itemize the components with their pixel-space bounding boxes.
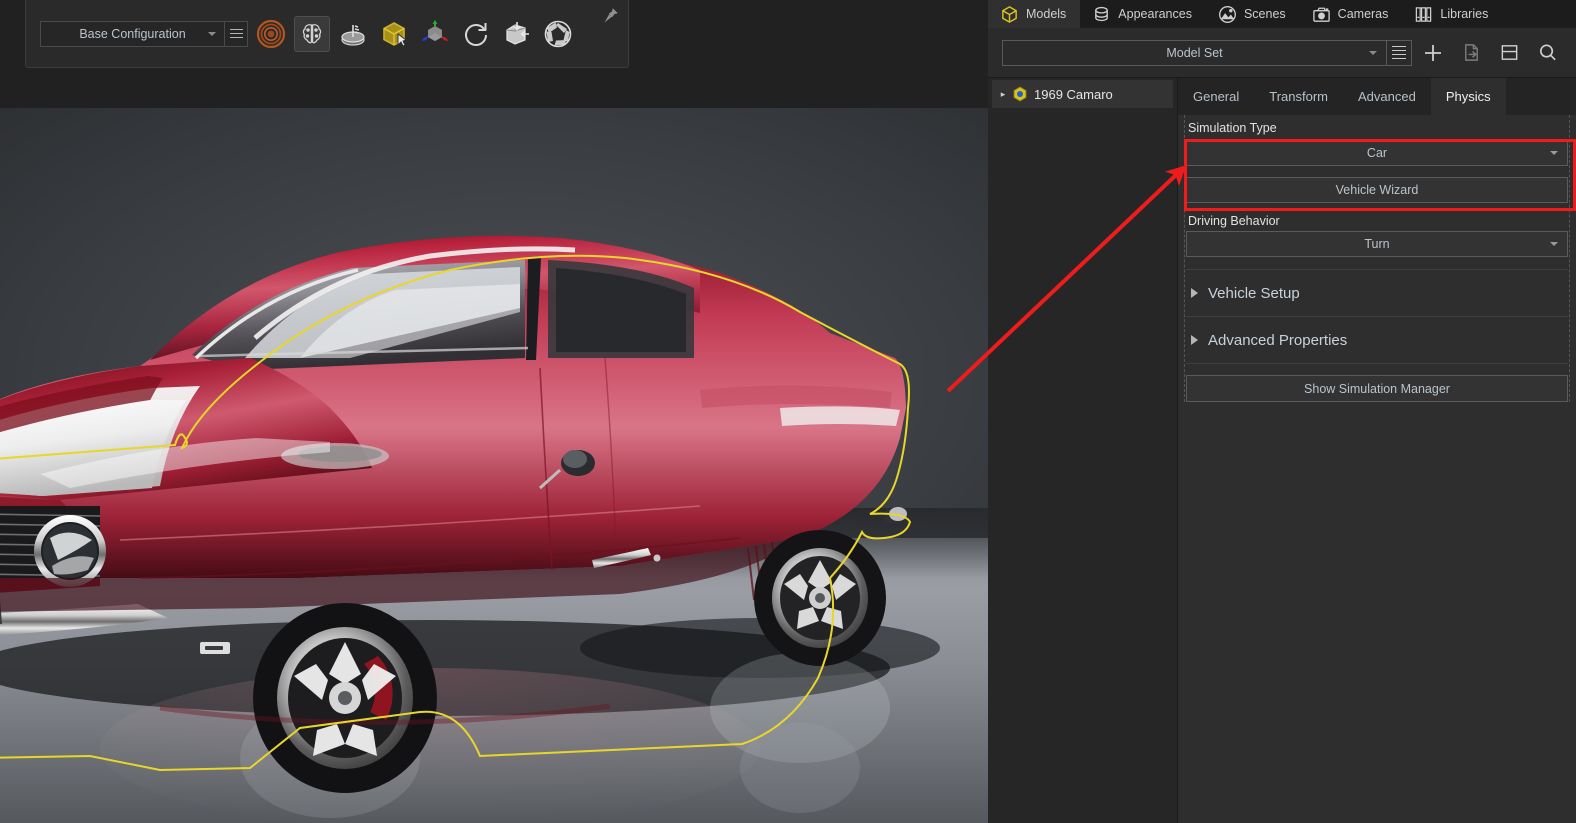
chevron-down-icon <box>1550 242 1558 246</box>
tab-label: Cameras <box>1338 7 1389 21</box>
model-set-toolbar: Model Set <box>988 28 1576 78</box>
tab-label: Models <box>1026 7 1066 21</box>
camera-aperture-icon[interactable] <box>540 16 576 52</box>
tab-label: Advanced <box>1358 89 1416 104</box>
hamburger-line <box>230 33 243 35</box>
render-rings-icon[interactable] <box>253 16 289 52</box>
tab-transform[interactable]: Transform <box>1254 78 1343 115</box>
configuration-dropdown[interactable]: Base Configuration <box>40 21 225 47</box>
model-set-value: Model Set <box>1166 46 1222 60</box>
configuration-menu-button[interactable] <box>225 21 248 47</box>
expand-arrow-icon[interactable]: ▸ <box>994 89 1012 100</box>
vehicle-setup-label: Vehicle Setup <box>1208 285 1300 302</box>
panel-icon[interactable] <box>1492 36 1526 70</box>
left-region: Base Configuration <box>0 0 988 823</box>
tab-libraries[interactable]: Libraries <box>1402 0 1502 28</box>
tab-appearances[interactable]: Appearances <box>1080 0 1206 28</box>
tab-physics[interactable]: Physics <box>1431 78 1506 115</box>
reset-rotate-icon[interactable] <box>458 16 494 52</box>
simulation-type-label: Simulation Type <box>1186 115 1568 138</box>
model-set-dropdown[interactable]: Model Set <box>1002 40 1387 66</box>
tab-label: General <box>1193 89 1239 104</box>
show-simulation-manager-label: Show Simulation Manager <box>1304 382 1450 396</box>
vehicle-setup-section[interactable]: Vehicle Setup <box>1186 270 1568 316</box>
camera-icon <box>1312 5 1331 24</box>
configuration-value: Base Configuration <box>79 27 185 41</box>
viewport-toolbar: Base Configuration <box>25 0 629 68</box>
list-line <box>1392 46 1406 48</box>
tree-item-1969-camaro[interactable]: ▸ 1969 Camaro <box>992 80 1173 108</box>
tab-label: Physics <box>1446 89 1491 104</box>
tab-advanced[interactable]: Advanced <box>1343 78 1431 115</box>
brain-icon[interactable] <box>294 16 330 52</box>
tab-label: Appearances <box>1118 7 1192 21</box>
driving-behavior-value: Turn <box>1364 237 1389 251</box>
pin-icon[interactable] <box>600 6 620 31</box>
tab-label: Scenes <box>1244 7 1286 21</box>
list-line <box>1392 58 1406 60</box>
chevron-down-icon <box>1369 51 1377 55</box>
image-circle-icon <box>1218 5 1237 24</box>
cylinder-icon <box>1092 5 1111 24</box>
model-node-icon <box>1012 86 1028 102</box>
advanced-properties-label: Advanced Properties <box>1208 332 1347 349</box>
chevron-right-icon <box>1191 335 1198 345</box>
tab-cameras[interactable]: Cameras <box>1300 0 1403 28</box>
chevron-right-icon <box>1191 288 1198 298</box>
show-simulation-manager-button[interactable]: Show Simulation Manager <box>1186 375 1568 402</box>
tab-general[interactable]: General <box>1178 78 1254 115</box>
import-box-icon[interactable] <box>499 16 535 52</box>
application-window: Base Configuration <box>0 0 1576 823</box>
tab-label: Transform <box>1269 89 1328 104</box>
export-icon[interactable] <box>1454 36 1488 70</box>
list-line <box>1392 54 1406 56</box>
cube-icon <box>1000 5 1019 24</box>
chevron-down-icon <box>208 32 216 36</box>
car-render <box>0 108 988 823</box>
main-tab-bar: Models Appearances <box>988 0 1576 28</box>
list-line <box>1392 50 1406 52</box>
tab-label: Libraries <box>1440 7 1488 21</box>
model-set-list-button[interactable] <box>1387 40 1412 66</box>
model-tree-panel: ▸ 1969 Camaro <box>988 78 1178 823</box>
property-tabs: General Transform Advanced Physics <box>1178 78 1576 115</box>
hamburger-line <box>230 29 243 31</box>
hamburger-line <box>230 37 243 39</box>
driving-behavior-dropdown[interactable]: Turn <box>1186 231 1568 257</box>
section-divider <box>1186 363 1568 364</box>
highlight-box-annotation <box>1184 139 1576 211</box>
tab-scenes[interactable]: Scenes <box>1206 0 1300 28</box>
tab-models[interactable]: Models <box>988 0 1080 28</box>
books-icon <box>1414 5 1433 24</box>
axis-gizmo-icon[interactable] <box>417 16 453 52</box>
add-icon[interactable] <box>1416 36 1450 70</box>
model-select-icon[interactable] <box>376 16 412 52</box>
main-tabs: Models Appearances <box>988 0 1576 28</box>
turntable-icon[interactable] <box>335 16 371 52</box>
search-icon[interactable] <box>1530 36 1564 70</box>
3d-viewport[interactable] <box>0 108 988 823</box>
advanced-properties-section[interactable]: Advanced Properties <box>1186 317 1568 363</box>
tree-item-label: 1969 Camaro <box>1034 87 1113 102</box>
